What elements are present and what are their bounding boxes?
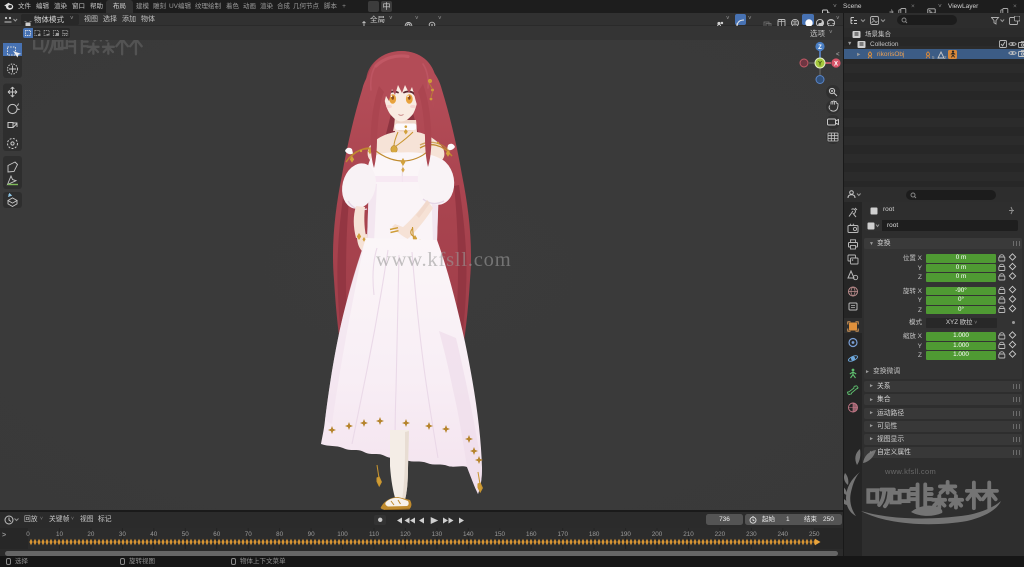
svg-text:30: 30	[119, 531, 127, 538]
svg-text:www.kfsll.com: www.kfsll.com	[884, 467, 936, 476]
svg-text:80: 80	[276, 531, 284, 538]
svg-text:160: 160	[526, 531, 537, 538]
svg-text:150: 150	[495, 531, 506, 538]
svg-text:70: 70	[245, 531, 253, 538]
svg-text:200: 200	[652, 531, 663, 538]
svg-text:0: 0	[26, 531, 30, 538]
svg-text:210: 210	[683, 531, 694, 538]
svg-text:180: 180	[589, 531, 600, 538]
svg-text:X: X	[834, 61, 838, 67]
svg-text:20: 20	[87, 531, 95, 538]
svg-text:240: 240	[778, 531, 789, 538]
svg-text:100: 100	[337, 531, 348, 538]
svg-text:220: 220	[715, 531, 726, 538]
svg-text:90: 90	[308, 531, 316, 538]
svg-text:140: 140	[463, 531, 474, 538]
svg-text:130: 130	[432, 531, 443, 538]
svg-text:170: 170	[557, 531, 568, 538]
svg-text:10: 10	[56, 531, 64, 538]
svg-text:www.kfsll.com: www.kfsll.com	[376, 249, 511, 271]
svg-text:60: 60	[213, 531, 221, 538]
svg-text:110: 110	[369, 531, 380, 538]
svg-text:120: 120	[400, 531, 411, 538]
svg-text:250: 250	[809, 531, 820, 538]
svg-text:190: 190	[620, 531, 631, 538]
svg-text:40: 40	[150, 531, 158, 538]
svg-text:Y: Y	[818, 61, 822, 67]
svg-text:Z: Z	[818, 45, 822, 51]
svg-text:230: 230	[746, 531, 757, 538]
svg-text:50: 50	[182, 531, 190, 538]
